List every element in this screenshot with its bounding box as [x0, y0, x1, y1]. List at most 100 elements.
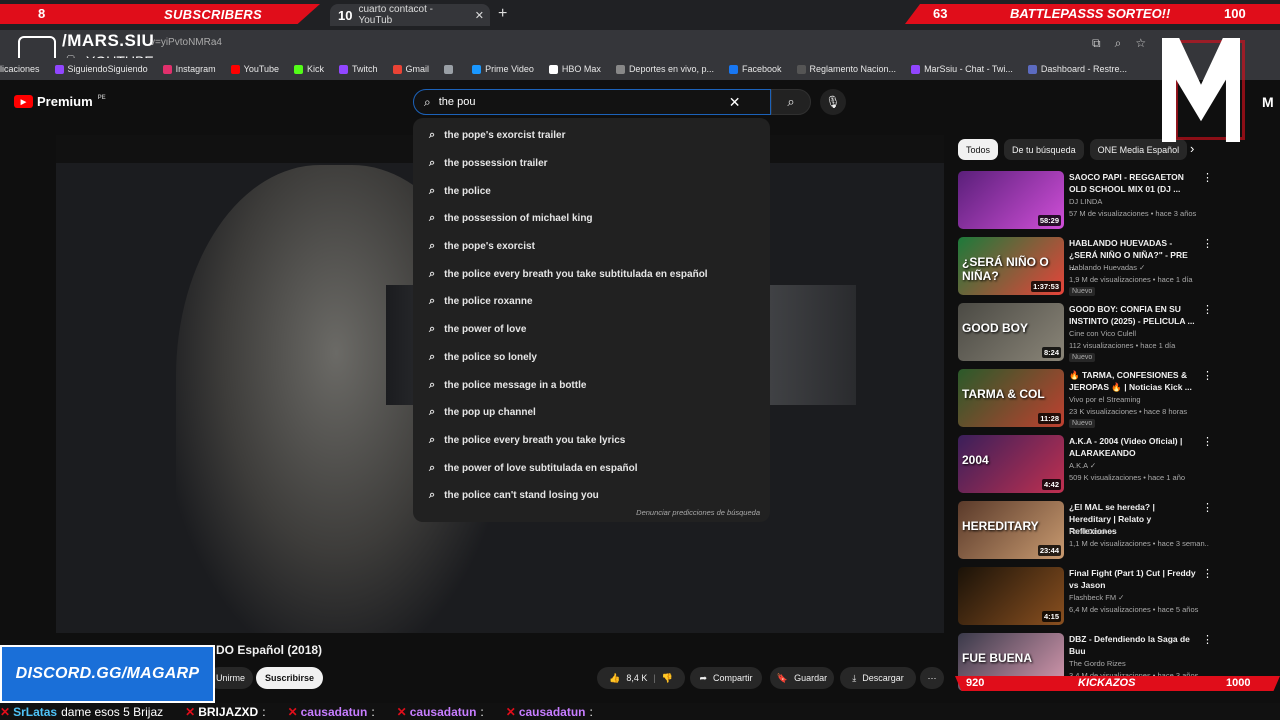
channel-name[interactable]: Farid Dieck ✓: [1069, 527, 1115, 536]
search-suggestion[interactable]: ⌕ the police every breath you take lyrics: [413, 427, 770, 455]
zoom-icon[interactable]: ⌕: [1115, 36, 1122, 51]
video-thumbnail[interactable]: 2004 4:42: [958, 435, 1064, 493]
video-meta: 1,9 M de visualizaciones • hace 1 día: [1069, 275, 1193, 284]
bookmark-item[interactable]: licaciones: [0, 64, 40, 74]
more-actions-button[interactable]: ⋯: [920, 667, 944, 689]
voice-search-button[interactable]: 🎙: [820, 89, 846, 115]
chevron-right-icon[interactable]: ›: [1190, 141, 1194, 156]
search-suggestion[interactable]: ⌕ the power of love subtitulada en españo…: [413, 454, 770, 482]
channel-name[interactable]: Cine con Vico Culell: [1069, 329, 1136, 338]
channel-name[interactable]: Flashbeck FM ✓: [1069, 593, 1124, 602]
search-button[interactable]: ⌕: [771, 89, 811, 115]
search-suggestion[interactable]: ⌕ the pope's exorcist trailer: [413, 122, 770, 150]
more-vert-icon[interactable]: ⋮: [1202, 633, 1213, 646]
video-title[interactable]: Final Fight (Part 1) Cut | Freddy vs Jas…: [1069, 567, 1197, 591]
search-suggestion[interactable]: ⌕ the police roxanne: [413, 288, 770, 316]
new-badge: Nuevo: [1069, 287, 1096, 296]
channel-name[interactable]: Vivo por el Streaming: [1069, 395, 1141, 404]
star-icon[interactable]: ☆: [1135, 36, 1146, 51]
bookmark-favicon-icon: [1027, 64, 1037, 74]
recommended-video[interactable]: TARMA & COL 11:28 🔥 TARMA, CONFESIONES & J…: [958, 369, 1213, 428]
video-thumbnail[interactable]: 58:29: [958, 171, 1064, 229]
search-input[interactable]: [438, 96, 729, 108]
browser-tab[interactable]: 10 cuarto contacot - YouTub ✕: [330, 4, 490, 26]
bookmark-item[interactable]: [444, 64, 457, 74]
bookmark-item[interactable]: Deportes en vivo, p...: [615, 64, 714, 74]
more-vert-icon[interactable]: ⋮: [1202, 501, 1213, 514]
channel-name[interactable]: A.K.A ✓: [1069, 461, 1096, 470]
video-title[interactable]: GOOD BOY: CONFIA EN SU INSTINTO (2025) -…: [1069, 303, 1197, 327]
search-suggestion[interactable]: ⌕ the pop up channel: [413, 399, 770, 427]
suggestion-text: the police roxanne: [444, 296, 533, 308]
bookmark-label: YouTube: [243, 64, 280, 74]
recommended-video[interactable]: 2004 4:42 A.K.A - 2004 (Video Oficial) | A…: [958, 435, 1213, 493]
filter-chip[interactable]: Todos: [958, 139, 999, 160]
suggestion-text: the pope's exorcist trailer: [444, 130, 566, 142]
report-predictions-link[interactable]: Denunciar predicciones de búsqueda: [636, 508, 760, 517]
share-button[interactable]: ➦ Compartir: [690, 667, 762, 689]
bookmark-item[interactable]: Dashboard - Restre...: [1027, 64, 1127, 74]
search-suggestion[interactable]: ⌕ the police: [413, 177, 770, 205]
search-suggestion[interactable]: ⌕ the power of love: [413, 316, 770, 344]
search-suggestion[interactable]: ⌕ the possession of michael king: [413, 205, 770, 233]
bookmark-item[interactable]: Reglamento Nacion...: [796, 64, 896, 74]
search-suggestion[interactable]: ⌕ the pope's exorcist: [413, 233, 770, 261]
like-icon[interactable]: 👍: [609, 673, 620, 684]
filter-chip[interactable]: De tu búsqueda: [1004, 139, 1084, 160]
more-vert-icon[interactable]: ⋮: [1202, 171, 1213, 184]
address-bar-url[interactable]: v=yiPvtoNMRa4: [150, 37, 222, 48]
install-icon[interactable]: ⧉: [1092, 36, 1101, 51]
video-thumbnail[interactable]: TARMA & COL 11:28: [958, 369, 1064, 427]
youtube-logo[interactable]: ▶ Premium PE: [14, 94, 106, 109]
bookmark-label: HBO Max: [561, 64, 601, 74]
clear-search-icon[interactable]: ✕: [729, 94, 741, 111]
dislike-icon[interactable]: 👎: [662, 673, 673, 684]
more-vert-icon[interactable]: ⋮: [1202, 435, 1213, 448]
chat-message: ✕ causadatun:: [397, 705, 484, 719]
search-suggestion[interactable]: ⌕ the police so lonely: [413, 344, 770, 372]
search-suggestion[interactable]: ⌕ the possession trailer: [413, 150, 770, 178]
video-thumbnail[interactable]: ¿SERÁ NIÑO O NIÑA? 1:37:53: [958, 237, 1064, 295]
bookmark-item[interactable]: HBO Max: [548, 64, 601, 74]
new-tab-icon[interactable]: +: [498, 5, 507, 23]
filter-chip[interactable]: ONE Media Español: [1089, 139, 1188, 160]
more-vert-icon[interactable]: ⋮: [1202, 303, 1213, 316]
tab-close-icon[interactable]: ✕: [475, 9, 484, 22]
video-title[interactable]: A.K.A - 2004 (Video Oficial) | ALARAKEAN…: [1069, 435, 1197, 459]
bookmark-item[interactable]: Instagram: [162, 64, 216, 74]
video-title[interactable]: DBZ - Defendiendo la Saga de Buu: [1069, 633, 1197, 657]
video-thumbnail[interactable]: 4:15: [958, 567, 1064, 625]
channel-name[interactable]: DJ LINDA: [1069, 197, 1102, 206]
recommended-video[interactable]: GOOD BOY 8:24 GOOD BOY: CONFIA EN SU INSTI…: [958, 303, 1213, 362]
bookmark-item[interactable]: Prime Video: [472, 64, 534, 74]
search-suggestion[interactable]: ⌕ the police every breath you take subtit…: [413, 260, 770, 288]
video-title[interactable]: 🔥 TARMA, CONFESIONES & JEROPAS 🔥 | Notic…: [1069, 369, 1197, 393]
channel-name[interactable]: Hablando Huevadas ✓: [1069, 263, 1145, 272]
subscribe-button[interactable]: Suscribirse: [256, 667, 323, 689]
more-vert-icon[interactable]: ⋮: [1202, 567, 1213, 580]
bookmark-item[interactable]: Kick: [294, 64, 324, 74]
bookmark-item[interactable]: Facebook: [728, 64, 782, 74]
more-vert-icon[interactable]: ⋮: [1202, 369, 1213, 382]
recommended-video[interactable]: ¿SERÁ NIÑO O NIÑA? 1:37:53 HABLANDO HUEVAD…: [958, 237, 1213, 296]
more-vert-icon[interactable]: ⋮: [1202, 237, 1213, 250]
recommended-video[interactable]: 4:15 Final Fight (Part 1) Cut | Freddy vs…: [958, 567, 1213, 625]
recommended-video[interactable]: 58:29 SAOCO PAPI - REGGAETON OLD SCHOOL M…: [958, 171, 1213, 229]
video-title[interactable]: SAOCO PAPI - REGGAETON OLD SCHOOL MIX 01…: [1069, 171, 1197, 195]
search-suggestion[interactable]: ⌕ the police message in a bottle: [413, 371, 770, 399]
suggestion-text: the possession of michael king: [444, 213, 593, 225]
bookmark-item[interactable]: MarSsiu - Chat - Twi...: [911, 64, 1013, 74]
search-box[interactable]: ⌕ ✕: [413, 89, 771, 115]
recommended-video[interactable]: HEREDITARY 23:44 ¿El MAL se hereda? | Here…: [958, 501, 1213, 559]
channel-name[interactable]: The Gordo Rizes: [1069, 659, 1126, 668]
search-suggestion[interactable]: ⌕ the police can't stand losing you: [413, 482, 770, 510]
bookmark-item[interactable]: Twitch: [339, 64, 378, 74]
like-dislike-group[interactable]: 👍 8,4 K | 👎: [597, 667, 685, 689]
video-thumbnail[interactable]: GOOD BOY 8:24: [958, 303, 1064, 361]
bookmark-item[interactable]: Gmail: [392, 64, 429, 74]
bookmark-item[interactable]: SiguiendoSiguiendo: [54, 64, 148, 74]
bookmark-item[interactable]: YouTube: [230, 64, 280, 74]
video-thumbnail[interactable]: HEREDITARY 23:44: [958, 501, 1064, 559]
save-button[interactable]: 🔖 Guardar: [770, 667, 834, 689]
download-button[interactable]: ⤓ Descargar: [840, 667, 916, 689]
